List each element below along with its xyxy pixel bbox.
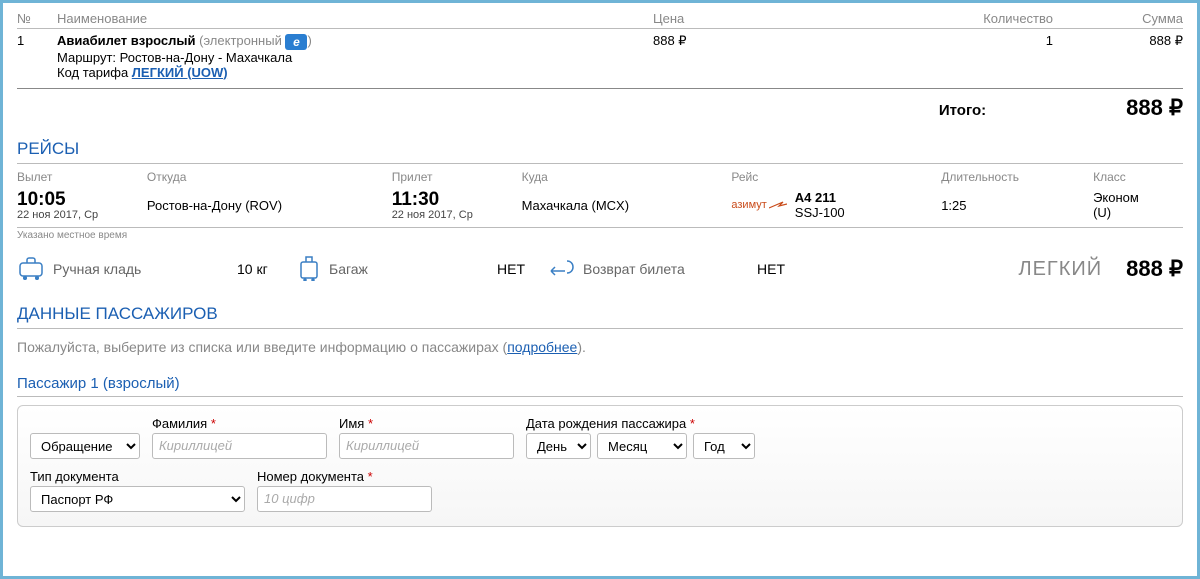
fh-dep: Вылет — [17, 170, 147, 184]
docnum-input[interactable] — [257, 486, 432, 512]
dob-day-select[interactable]: День — [526, 433, 591, 459]
pax-instr-prefix: Пожалуйста, выберите из списка или введи… — [17, 339, 507, 355]
route-label: Маршрут: — [57, 50, 116, 65]
row-sum: 888 ₽ — [1053, 33, 1183, 80]
dob-year-select[interactable]: Год — [693, 433, 755, 459]
dep-time: 10:05 — [17, 190, 147, 209]
aircraft-type: SSJ-100 — [795, 205, 845, 220]
docnum-label: Номер документа — [257, 469, 364, 484]
firstname-input[interactable] — [339, 433, 514, 459]
fare-price: 888 ₽ — [1126, 256, 1183, 282]
dep-cell: 10:05 22 ноя 2017, Ср — [17, 190, 147, 221]
from-cell: Ростов-на-Дону (ROV) — [147, 198, 392, 213]
flights-section-title: РЕЙСЫ — [17, 139, 1183, 164]
arr-time: 11:30 — [392, 190, 522, 209]
class-code: (U) — [1093, 205, 1183, 220]
col-header-sum: Сумма — [1053, 11, 1183, 26]
airline-name: азимут — [731, 199, 766, 211]
order-table-row: 1 Авиабилет взрослый (электронный e) Мар… — [17, 29, 1183, 89]
total-label: Итого: — [939, 102, 986, 119]
refund-value: НЕТ — [757, 261, 817, 277]
e-ticket-icon: e — [285, 34, 307, 50]
duration-cell: 1:25 — [941, 198, 1093, 213]
baggage-value: НЕТ — [497, 261, 547, 277]
fh-to: Куда — [522, 170, 732, 184]
flight-row: 10:05 22 ноя 2017, Ср Ростов-на-Дону (RO… — [17, 186, 1183, 228]
pax-instruction: Пожалуйста, выберите из списка или введи… — [17, 331, 1183, 375]
class-cell: Эконом (U) — [1093, 190, 1183, 220]
refund-label: Возврат билета — [583, 261, 685, 277]
pax-more-link[interactable]: подробнее — [507, 339, 577, 355]
to-cell: Махачкала (MCX) — [522, 198, 732, 213]
pax-header: Пассажир 1 (взрослый) — [17, 375, 1183, 397]
arr-date: 22 ноя 2017, Ср — [392, 209, 522, 221]
col-header-qty: Количество — [853, 11, 1053, 26]
class-name: Эконом — [1093, 190, 1183, 205]
flight-cell: азимут А4 211 SSJ-100 — [731, 190, 941, 220]
fh-dur: Длительность — [941, 170, 1093, 184]
fh-flight: Рейс — [731, 170, 941, 184]
order-total-row: Итого: 888 ₽ — [17, 89, 1183, 139]
local-time-note: Указано местное время — [17, 228, 1183, 249]
electronic-close: ) — [307, 33, 311, 48]
lastname-input[interactable] — [152, 433, 327, 459]
dob-month-select[interactable]: Месяц — [597, 433, 687, 459]
airline-logo-icon: азимут — [731, 199, 786, 211]
flight-table-header: Вылет Откуда Прилет Куда Рейс Длительнос… — [17, 166, 1183, 186]
pax-form: Обращение Фамилия * Имя * Дата рождения … — [17, 405, 1183, 527]
row-price: 888 ₽ — [653, 33, 853, 80]
carry-on-icon — [17, 256, 45, 283]
fh-arr: Прилет — [392, 170, 522, 184]
flight-number: А4 211 — [795, 190, 845, 205]
electronic-label: (электронный — [199, 33, 282, 48]
tariff-link[interactable]: ЛЕГКИЙ (UOW) — [132, 65, 228, 80]
fh-from: Откуда — [147, 170, 392, 184]
row-qty: 1 — [853, 33, 1053, 80]
order-table-header: № Наименование Цена Количество Сумма — [17, 11, 1183, 29]
pax-section-title: ДАННЫЕ ПАССАЖИРОВ — [17, 304, 1183, 329]
tariff-label: Код тарифа — [57, 65, 128, 80]
salutation-select[interactable]: Обращение — [30, 433, 140, 459]
baggage-label: Багаж — [329, 261, 368, 277]
pax-instr-suffix: ). — [577, 339, 586, 355]
flight-info: А4 211 SSJ-100 — [795, 190, 845, 220]
baggage-icon — [297, 255, 321, 284]
fh-class: Класс — [1093, 170, 1183, 184]
fare-row: Ручная кладь 10 кг Багаж НЕТ Возврат бил… — [17, 249, 1183, 304]
arr-cell: 11:30 22 ноя 2017, Ср — [392, 190, 522, 221]
row-num: 1 — [17, 33, 57, 80]
col-header-num: № — [17, 11, 57, 26]
route-value: Ростов-на-Дону - Махачкала — [120, 50, 293, 65]
fare-tariff-name: ЛЕГКИЙ — [1018, 258, 1102, 281]
firstname-label: Имя — [339, 416, 364, 431]
dob-label: Дата рождения пассажира — [526, 416, 686, 431]
col-header-price: Цена — [653, 11, 853, 26]
col-header-name: Наименование — [57, 11, 653, 26]
refund-icon — [547, 257, 575, 282]
doctype-select[interactable]: Паспорт РФ — [30, 486, 245, 512]
ticket-title: Авиабилет взрослый — [57, 33, 196, 48]
lastname-label: Фамилия — [152, 416, 207, 431]
hand-luggage-label: Ручная кладь — [53, 261, 141, 277]
total-value: 888 ₽ — [1126, 95, 1183, 121]
doctype-label: Тип документа — [30, 469, 245, 484]
dep-date: 22 ноя 2017, Ср — [17, 209, 147, 221]
row-name: Авиабилет взрослый (электронный e) Маршр… — [57, 33, 653, 80]
hand-luggage-value: 10 кг — [237, 261, 297, 277]
